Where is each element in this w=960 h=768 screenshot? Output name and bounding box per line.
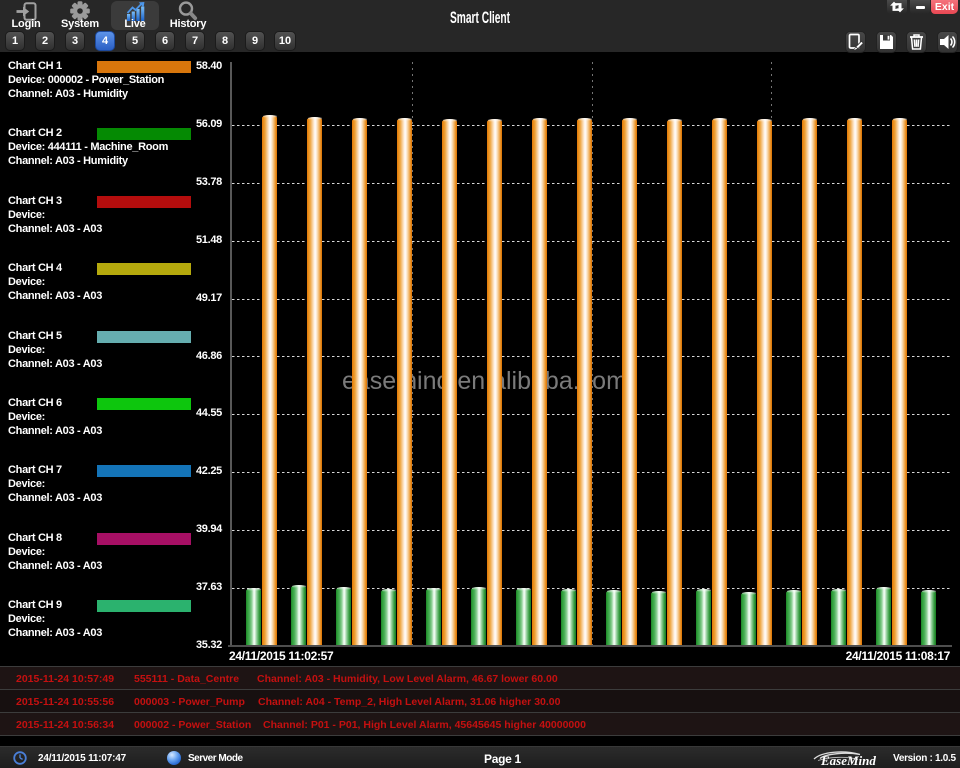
svg-text:EaseMind: EaseMind bbox=[820, 753, 876, 768]
